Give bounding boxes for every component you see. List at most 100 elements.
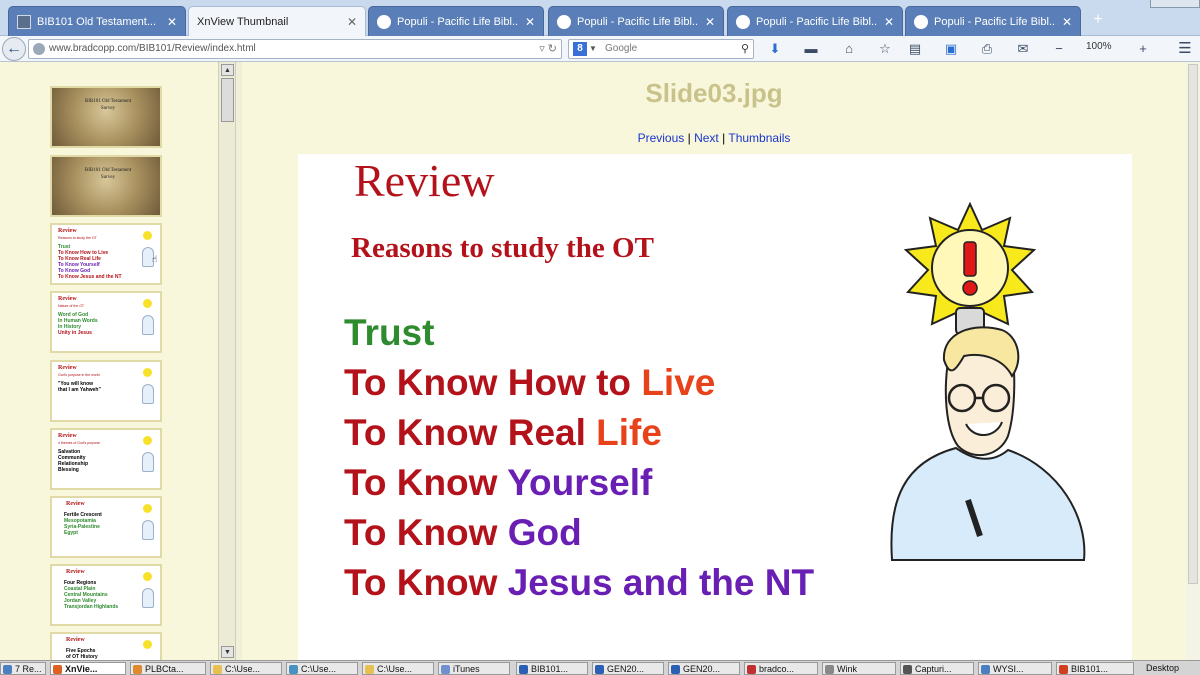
new-tab-button[interactable]: + [1088,10,1108,30]
thumbnail-line: Blessing [58,467,79,473]
close-icon[interactable]: ✕ [884,15,894,29]
reload-icon[interactable]: ▿ ↻ [539,40,557,58]
tab-bib101[interactable]: BIB101 Old Testament... ✕ [8,6,186,36]
scrollbar-thumb[interactable] [1188,64,1198,584]
url-bar[interactable]: www.bradcopp.com/BIB101/Review/index.htm… [28,39,562,59]
thumbnail-slide-02[interactable]: BIB101 Old Testament Survey [50,155,162,217]
scrollbar-thumb[interactable] [221,78,234,122]
sidebar-scrollbar[interactable]: ▲ ▼ [218,62,236,660]
nav-separator: | [687,131,691,145]
bookmark-star-icon[interactable]: ☆ [876,41,894,57]
taskbar-item[interactable]: Wink [822,662,896,675]
scroll-down-arrow-icon[interactable]: ▼ [221,646,234,658]
tab-populi-2[interactable]: Populi - Pacific Life Bibl... ✕ [548,6,724,36]
bookmarks-list-icon[interactable]: ▤ [906,41,924,57]
thumbnail-slide-08[interactable]: Review Four Regions Coastal Plain Central … [50,564,162,626]
cartoon-man-icon [142,588,154,608]
taskbar-item[interactable]: PLBCta... [130,662,206,675]
thumbnail-slide-07[interactable]: Review Fertile Crescent Mesopotamia Syria-… [50,496,162,558]
thumbnail-line: that I am Yahweh" [58,387,101,393]
scroll-up-arrow-icon[interactable]: ▲ [221,64,234,76]
close-icon[interactable]: ✕ [705,15,715,29]
taskbar-label: C:\Use... [301,664,337,674]
download-icon[interactable]: ⬇ [766,41,784,57]
chevron-down-icon[interactable]: ▼ [589,40,597,58]
thumbnail-sidebar: BIB101 Old Testament Survey BIB101 Old T… [0,62,218,660]
taskbar-item[interactable]: 7 Re... [0,662,46,675]
search-input[interactable]: 8 ▼ Google ⚲ [568,39,754,59]
line-prefix: Trust [344,312,435,353]
taskbar-item[interactable]: BIB101... [1056,662,1134,675]
tab-title: XnView Thumbnail [197,15,289,28]
taskbar-label: PLBCta... [145,664,184,674]
zoom-level[interactable]: 100% [1086,41,1112,52]
zoom-in-icon[interactable]: + [1134,41,1152,57]
taskbar-item[interactable]: BIB101... [516,662,588,675]
previous-link[interactable]: Previous [638,131,685,145]
taskbar-item[interactable]: GEN20... [592,662,664,675]
tab-populi-3[interactable]: Populi - Pacific Life Bibl... ✕ [727,6,903,36]
main-scrollbar[interactable] [1186,62,1200,660]
line-highlight: Jesus and the NT [507,562,815,603]
taskbar-item[interactable]: Capturi... [900,662,974,675]
tab-title: Populi - Pacific Life Bibl... [577,15,699,28]
line-prefix: To Know Real [344,412,597,453]
window-controls[interactable] [1150,0,1200,8]
thumbnail-slide-04[interactable]: Review Nature of the OT Word of God In Hu… [50,291,162,353]
lightbulb-icon [143,572,152,581]
thumbnail-slide-06[interactable]: Review 4 themes of God's purpose Salvati… [50,428,162,490]
google-icon: 8 [573,42,587,56]
lightbulb-icon [143,368,152,377]
menu-icon[interactable]: ☰ [1176,41,1194,57]
tab-title: Populi - Pacific Life Bibl... [756,15,878,28]
close-icon[interactable]: ✕ [525,15,535,29]
cartoon-man-icon [142,384,154,404]
taskbar-item[interactable]: iTunes [438,662,510,675]
pdf-icon[interactable]: ▣ [942,41,960,57]
tab-xnview-thumbnail[interactable]: XnView Thumbnail ✕ [188,6,366,36]
taskbar-item[interactable]: C:\Use... [210,662,282,675]
taskbar-item-xnview[interactable]: XnVie... [50,662,126,675]
thumbnail-slide-09[interactable]: Review Five Epochs of OT History [50,632,162,660]
taskbar-label: BIB101... [1071,664,1109,674]
print-icon[interactable]: ⎙ [978,41,996,57]
word-icon [671,665,680,674]
taskbar-item[interactable]: C:\Use... [286,662,358,675]
taskbar-item[interactable]: bradco... [744,662,818,675]
slide-line-5: To Know God [344,512,582,554]
thumbnail-subheading: Reasons to study the OT [58,236,97,240]
youtube-icon[interactable]: ▬ [802,41,820,57]
page-icon [17,14,31,29]
thumbnail-slide-01[interactable]: BIB101 Old Testament Survey [50,86,162,148]
zoom-out-icon[interactable]: − [1050,41,1068,57]
thumbnail-slide-03[interactable]: Review Reasons to study the OT Trust To K… [50,223,162,285]
app-icon [903,665,912,674]
home-icon[interactable]: ⌂ [840,41,858,57]
slide-line-1: Trust [344,312,434,354]
next-link[interactable]: Next [694,131,719,145]
close-icon[interactable]: ✕ [347,15,357,29]
thumbnails-link[interactable]: Thumbnails [728,131,790,145]
close-icon[interactable]: ✕ [1062,15,1072,29]
app-icon [825,665,834,674]
taskbar-item[interactable]: WYSI... [978,662,1052,675]
thumbnail-heading: Review [58,228,77,234]
thumbnail-line: Transjordan Highlands [64,604,119,610]
tab-title: BIB101 Old Testament... [37,15,157,28]
tab-populi-1[interactable]: Populi - Pacific Life Bibl... ✕ [368,6,544,36]
taskbar-item[interactable]: GEN20... [668,662,740,675]
app-icon [981,665,990,674]
thumbnail-slide-05[interactable]: Review God's purpose in the world "You w… [50,360,162,422]
back-button[interactable]: ← [2,37,26,61]
app-icon [747,665,756,674]
tab-populi-4[interactable]: Populi - Pacific Life Bibl... ✕ [905,6,1081,36]
lightbulb-icon [903,201,1037,341]
taskbar-item[interactable]: C:\Use... [362,662,434,675]
slide-line-6: To Know Jesus and the NT [344,562,814,604]
line-highlight: Live [641,362,716,403]
email-icon[interactable]: ✉ [1014,41,1032,57]
close-icon[interactable]: ✕ [167,15,177,29]
search-icon[interactable]: ⚲ [741,40,749,58]
taskbar-label: WYSI... [993,664,1024,674]
taskbar-desktop-toolbar[interactable]: Desktop [1140,662,1200,675]
